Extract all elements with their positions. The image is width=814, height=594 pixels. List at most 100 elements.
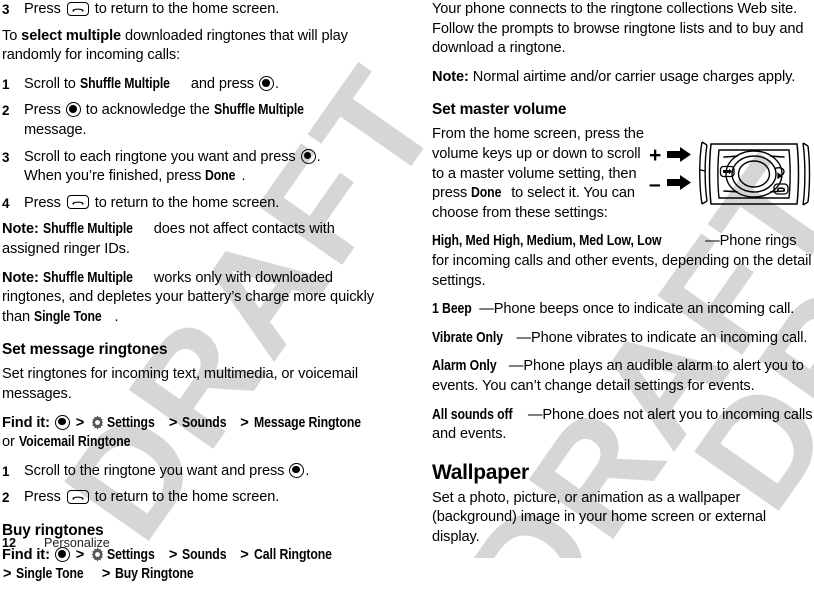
path-separator: > bbox=[75, 414, 85, 431]
step-text: to return to the home screen. bbox=[94, 489, 280, 506]
step-text: . bbox=[305, 462, 310, 479]
center-select-key-icon bbox=[258, 75, 274, 91]
list-item: 2 Press to acknowledge the Shuffle Multi… bbox=[2, 101, 384, 140]
footer-chapter: Personalize bbox=[44, 536, 110, 550]
center-select-key-icon bbox=[65, 102, 81, 118]
step-text: to acknowledge the bbox=[85, 102, 210, 119]
note-label: Note: bbox=[2, 269, 39, 286]
ui-term: All sounds off bbox=[432, 406, 513, 423]
step-number: 2 bbox=[2, 103, 10, 119]
volume-setting-item: High, Med High, Medium, Med Low, Low —Pho… bbox=[432, 232, 814, 291]
intro-bold: select multiple bbox=[21, 27, 122, 44]
step-number: 1 bbox=[2, 76, 10, 92]
volume-setting-item: Alarm Only —Phone plays an audible alarm … bbox=[432, 357, 814, 396]
step-text: to return to the home screen. bbox=[94, 194, 280, 211]
list-item: 1 Scroll to Shuffle Multiple and press . bbox=[2, 75, 384, 95]
center-select-key-icon bbox=[289, 462, 305, 478]
note-label: Note: bbox=[432, 68, 469, 85]
step-number: 3 bbox=[2, 2, 10, 17]
note-label: Note: bbox=[2, 221, 39, 238]
path-separator: > bbox=[168, 546, 178, 563]
intro-before: To bbox=[2, 27, 22, 44]
plus-label: + bbox=[649, 144, 661, 167]
volume-setting-item: Vibrate Only —Phone vibrates to indicate … bbox=[432, 329, 814, 349]
volume-up-arrow-icon bbox=[667, 147, 691, 162]
ui-term: Alarm Only bbox=[432, 358, 497, 375]
path-separator: > bbox=[240, 414, 249, 431]
page-footer: 12 Personalize bbox=[2, 536, 110, 550]
minus-label: – bbox=[649, 173, 661, 196]
path-item: Call Ringtone bbox=[253, 546, 332, 563]
section-body: Set ringtones for incoming text, multime… bbox=[2, 366, 359, 402]
path-separator: > bbox=[101, 566, 111, 583]
left-function-key-glyph bbox=[723, 168, 732, 175]
intro-paragraph: To select multiple downloaded ringtones … bbox=[2, 27, 384, 66]
ui-term: Shuffle Multiple bbox=[42, 221, 133, 238]
phone-right-edge bbox=[802, 142, 811, 206]
note-block: Note: Shuffle Multiple does not affect c… bbox=[2, 220, 384, 259]
find-it-path: Find it: > Settings > Sounds > Message R… bbox=[2, 414, 384, 453]
ui-term: Done bbox=[471, 185, 502, 202]
volume-setting-item: 1 Beep —Phone beeps once to indicate an i… bbox=[432, 300, 814, 320]
step-text: Press bbox=[24, 102, 61, 119]
path-item: Settings bbox=[107, 414, 155, 431]
step-number: 3 bbox=[2, 149, 10, 165]
find-it-path: Find it: > Settings > Sounds > Call Ring… bbox=[2, 546, 384, 585]
step-text: Scroll to each ringtone you want and pre… bbox=[24, 148, 296, 165]
setting-description: —Phone vibrates to indicate an incoming … bbox=[516, 329, 808, 346]
list-item: 2 Press to return to the home screen. bbox=[2, 488, 384, 508]
end-call-key-icon bbox=[66, 195, 89, 210]
ui-term: 1 Beep bbox=[432, 301, 472, 318]
path-item: Buy Ringtone bbox=[115, 566, 194, 583]
path-tail: or bbox=[2, 434, 19, 451]
page-number: 12 bbox=[2, 536, 17, 550]
phone-side-volume-keys bbox=[699, 141, 708, 205]
end-call-key-icon bbox=[66, 1, 89, 16]
path-separator: > bbox=[240, 546, 249, 563]
step-text: Scroll to the ringtone you want and pres… bbox=[24, 462, 285, 479]
ui-term: Shuffle Multiple bbox=[79, 75, 170, 92]
list-item: 1 Scroll to the ringtone you want and pr… bbox=[2, 462, 384, 482]
setting-description: —Phone beeps once to indicate an incomin… bbox=[479, 301, 795, 318]
volume-down-arrow-icon bbox=[667, 175, 691, 190]
step-text: When you’re finished, press bbox=[24, 168, 202, 185]
path-item: Single Tone bbox=[16, 566, 85, 583]
step-text: Press bbox=[24, 194, 61, 211]
path-item: Sounds bbox=[182, 414, 227, 431]
find-it-label: Find it: bbox=[2, 414, 50, 431]
note-text: . bbox=[114, 308, 119, 325]
settings-gear-icon bbox=[90, 415, 105, 430]
wallpaper-body: Set a photo, picture, or animation as a … bbox=[432, 489, 767, 545]
manual-page: 3 Press to return to the home screen. To… bbox=[0, 0, 814, 582]
step-number: 1 bbox=[2, 463, 10, 479]
phone-keypad-illustration: + – bbox=[647, 136, 814, 212]
volume-setting-item: All sounds off —Phone does not alert you … bbox=[432, 406, 814, 445]
paragraph-connect: Your phone connects to the ringtone coll… bbox=[432, 1, 804, 57]
section-heading-wallpaper: Wallpaper bbox=[432, 460, 529, 484]
path-item: Sounds bbox=[182, 546, 227, 563]
end-call-key-icon bbox=[66, 489, 89, 504]
note-block: Note: Normal airtime and/or carrier usag… bbox=[432, 68, 814, 88]
path-separator: > bbox=[3, 566, 12, 583]
step-text: to return to the home screen. bbox=[94, 1, 280, 17]
path-item: Message Ringtone bbox=[253, 414, 361, 431]
step-text: . bbox=[316, 148, 321, 165]
right-column: Your phone connects to the ringtone coll… bbox=[432, 0, 814, 556]
ui-term: Single Tone bbox=[33, 308, 102, 325]
ui-term: Vibrate Only bbox=[432, 329, 503, 346]
step-text: message. bbox=[24, 121, 87, 138]
path-separator: > bbox=[168, 414, 178, 431]
step-text: . bbox=[274, 75, 279, 92]
step-number: 4 bbox=[2, 195, 10, 211]
center-select-key-icon bbox=[54, 414, 70, 430]
section-heading-set-master-volume: Set master volume bbox=[432, 101, 567, 119]
step-text: and press bbox=[190, 75, 255, 92]
center-select-key-icon bbox=[300, 148, 316, 164]
list-item: 3 Scroll to each ringtone you want and p… bbox=[2, 148, 384, 187]
step-text: Press bbox=[24, 489, 61, 506]
step-text: Press bbox=[24, 1, 61, 17]
master-volume-body: From the home screen, press the volume k… bbox=[432, 125, 644, 223]
section-heading-set-message-ringtones: Set message ringtones bbox=[2, 341, 168, 359]
ui-term: Shuffle Multiple bbox=[42, 269, 133, 286]
path-item: Settings bbox=[107, 546, 155, 563]
